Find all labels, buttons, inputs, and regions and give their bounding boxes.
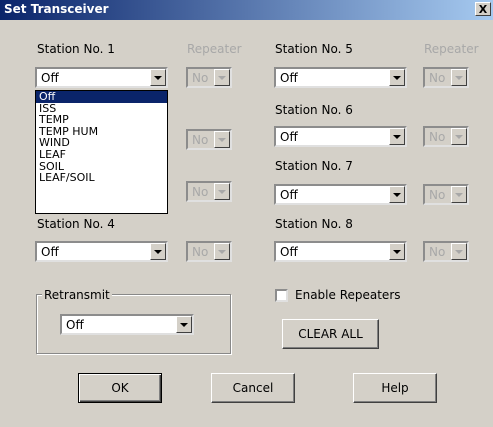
station-3-repeater-select: No [186, 181, 232, 202]
chevron-down-icon[interactable] [150, 69, 166, 86]
station-4-label: Station No. 4 [37, 217, 115, 231]
station-8-label: Station No. 8 [275, 217, 353, 231]
enable-repeaters-label[interactable]: Enable Repeaters [295, 288, 401, 302]
station-6-select[interactable]: Off [274, 126, 407, 147]
dropdown-option-leaf[interactable]: LEAF [36, 149, 167, 161]
chevron-down-icon [451, 69, 467, 86]
station-4-repeater-select: No [186, 241, 232, 262]
chevron-down-icon[interactable] [389, 243, 405, 260]
station-5-label: Station No. 5 [275, 42, 353, 56]
chevron-down-icon [214, 131, 230, 148]
station-6-value: Off [280, 130, 298, 144]
dropdown-option-off[interactable]: Off [36, 91, 167, 103]
enable-repeaters-checkbox[interactable] [275, 289, 288, 302]
chevron-down-icon [451, 186, 467, 203]
retransmit-select[interactable]: Off [60, 314, 194, 335]
ok-button[interactable]: OK [78, 373, 162, 403]
station-1-repeater-value: No [192, 71, 209, 85]
help-button[interactable]: Help [353, 373, 437, 403]
dialog-title: Set Transceiver [4, 2, 109, 16]
station-7-value: Off [280, 188, 298, 202]
station-4-select[interactable]: Off [35, 241, 168, 262]
retransmit-group-label: Retransmit [42, 288, 112, 302]
station-7-repeater-value: No [429, 188, 446, 202]
station-8-value: Off [280, 245, 298, 259]
retransmit-value: Off [66, 318, 84, 332]
chevron-down-icon[interactable] [150, 243, 166, 260]
station-1-value: Off [41, 71, 59, 85]
chevron-down-icon[interactable] [389, 186, 405, 203]
chevron-down-icon[interactable] [176, 316, 192, 333]
station-8-select[interactable]: Off [274, 241, 407, 262]
station-5-repeater-value: No [429, 71, 446, 85]
chevron-down-icon [214, 183, 230, 200]
station-5-value: Off [280, 71, 298, 85]
chevron-down-icon [451, 128, 467, 145]
station-7-label: Station No. 7 [275, 159, 353, 173]
chevron-down-icon[interactable] [389, 69, 405, 86]
station-4-value: Off [41, 245, 59, 259]
station-4-repeater-value: No [192, 245, 209, 259]
repeater-header-right: Repeater [424, 42, 479, 56]
repeater-header-left: Repeater [187, 42, 242, 56]
station-8-repeater-select: No [423, 241, 469, 262]
station-5-repeater-select: No [423, 67, 469, 88]
cancel-button[interactable]: Cancel [211, 373, 295, 403]
station-1-dropdown-list: Off ISS TEMP TEMP HUM WIND LEAF SOIL LEA… [35, 90, 168, 214]
station-8-repeater-value: No [429, 245, 446, 259]
chevron-down-icon[interactable] [389, 128, 405, 145]
station-5-select[interactable]: Off [274, 67, 407, 88]
station-3-repeater-value: No [192, 185, 209, 199]
chevron-down-icon [214, 69, 230, 86]
station-2-repeater-select: No [186, 129, 232, 150]
station-7-repeater-select: No [423, 184, 469, 205]
chevron-down-icon [214, 243, 230, 260]
chevron-down-icon [451, 243, 467, 260]
station-6-repeater-value: No [429, 130, 446, 144]
station-2-repeater-value: No [192, 133, 209, 147]
station-1-label: Station No. 1 [37, 42, 115, 56]
set-transceiver-dialog: Set Transceiver X Station No. 1 Repeater… [0, 0, 493, 427]
station-1-repeater-select: No [186, 67, 232, 88]
title-bar[interactable]: Set Transceiver X [0, 0, 493, 20]
clear-all-button[interactable]: CLEAR ALL [282, 319, 379, 349]
station-1-select[interactable]: Off [35, 67, 168, 88]
dropdown-option-leaf-soil[interactable]: LEAF/SOIL [36, 172, 167, 184]
station-6-label: Station No. 6 [275, 103, 353, 117]
close-button[interactable]: X [475, 2, 491, 16]
station-7-select[interactable]: Off [274, 184, 407, 205]
station-6-repeater-select: No [423, 126, 469, 147]
